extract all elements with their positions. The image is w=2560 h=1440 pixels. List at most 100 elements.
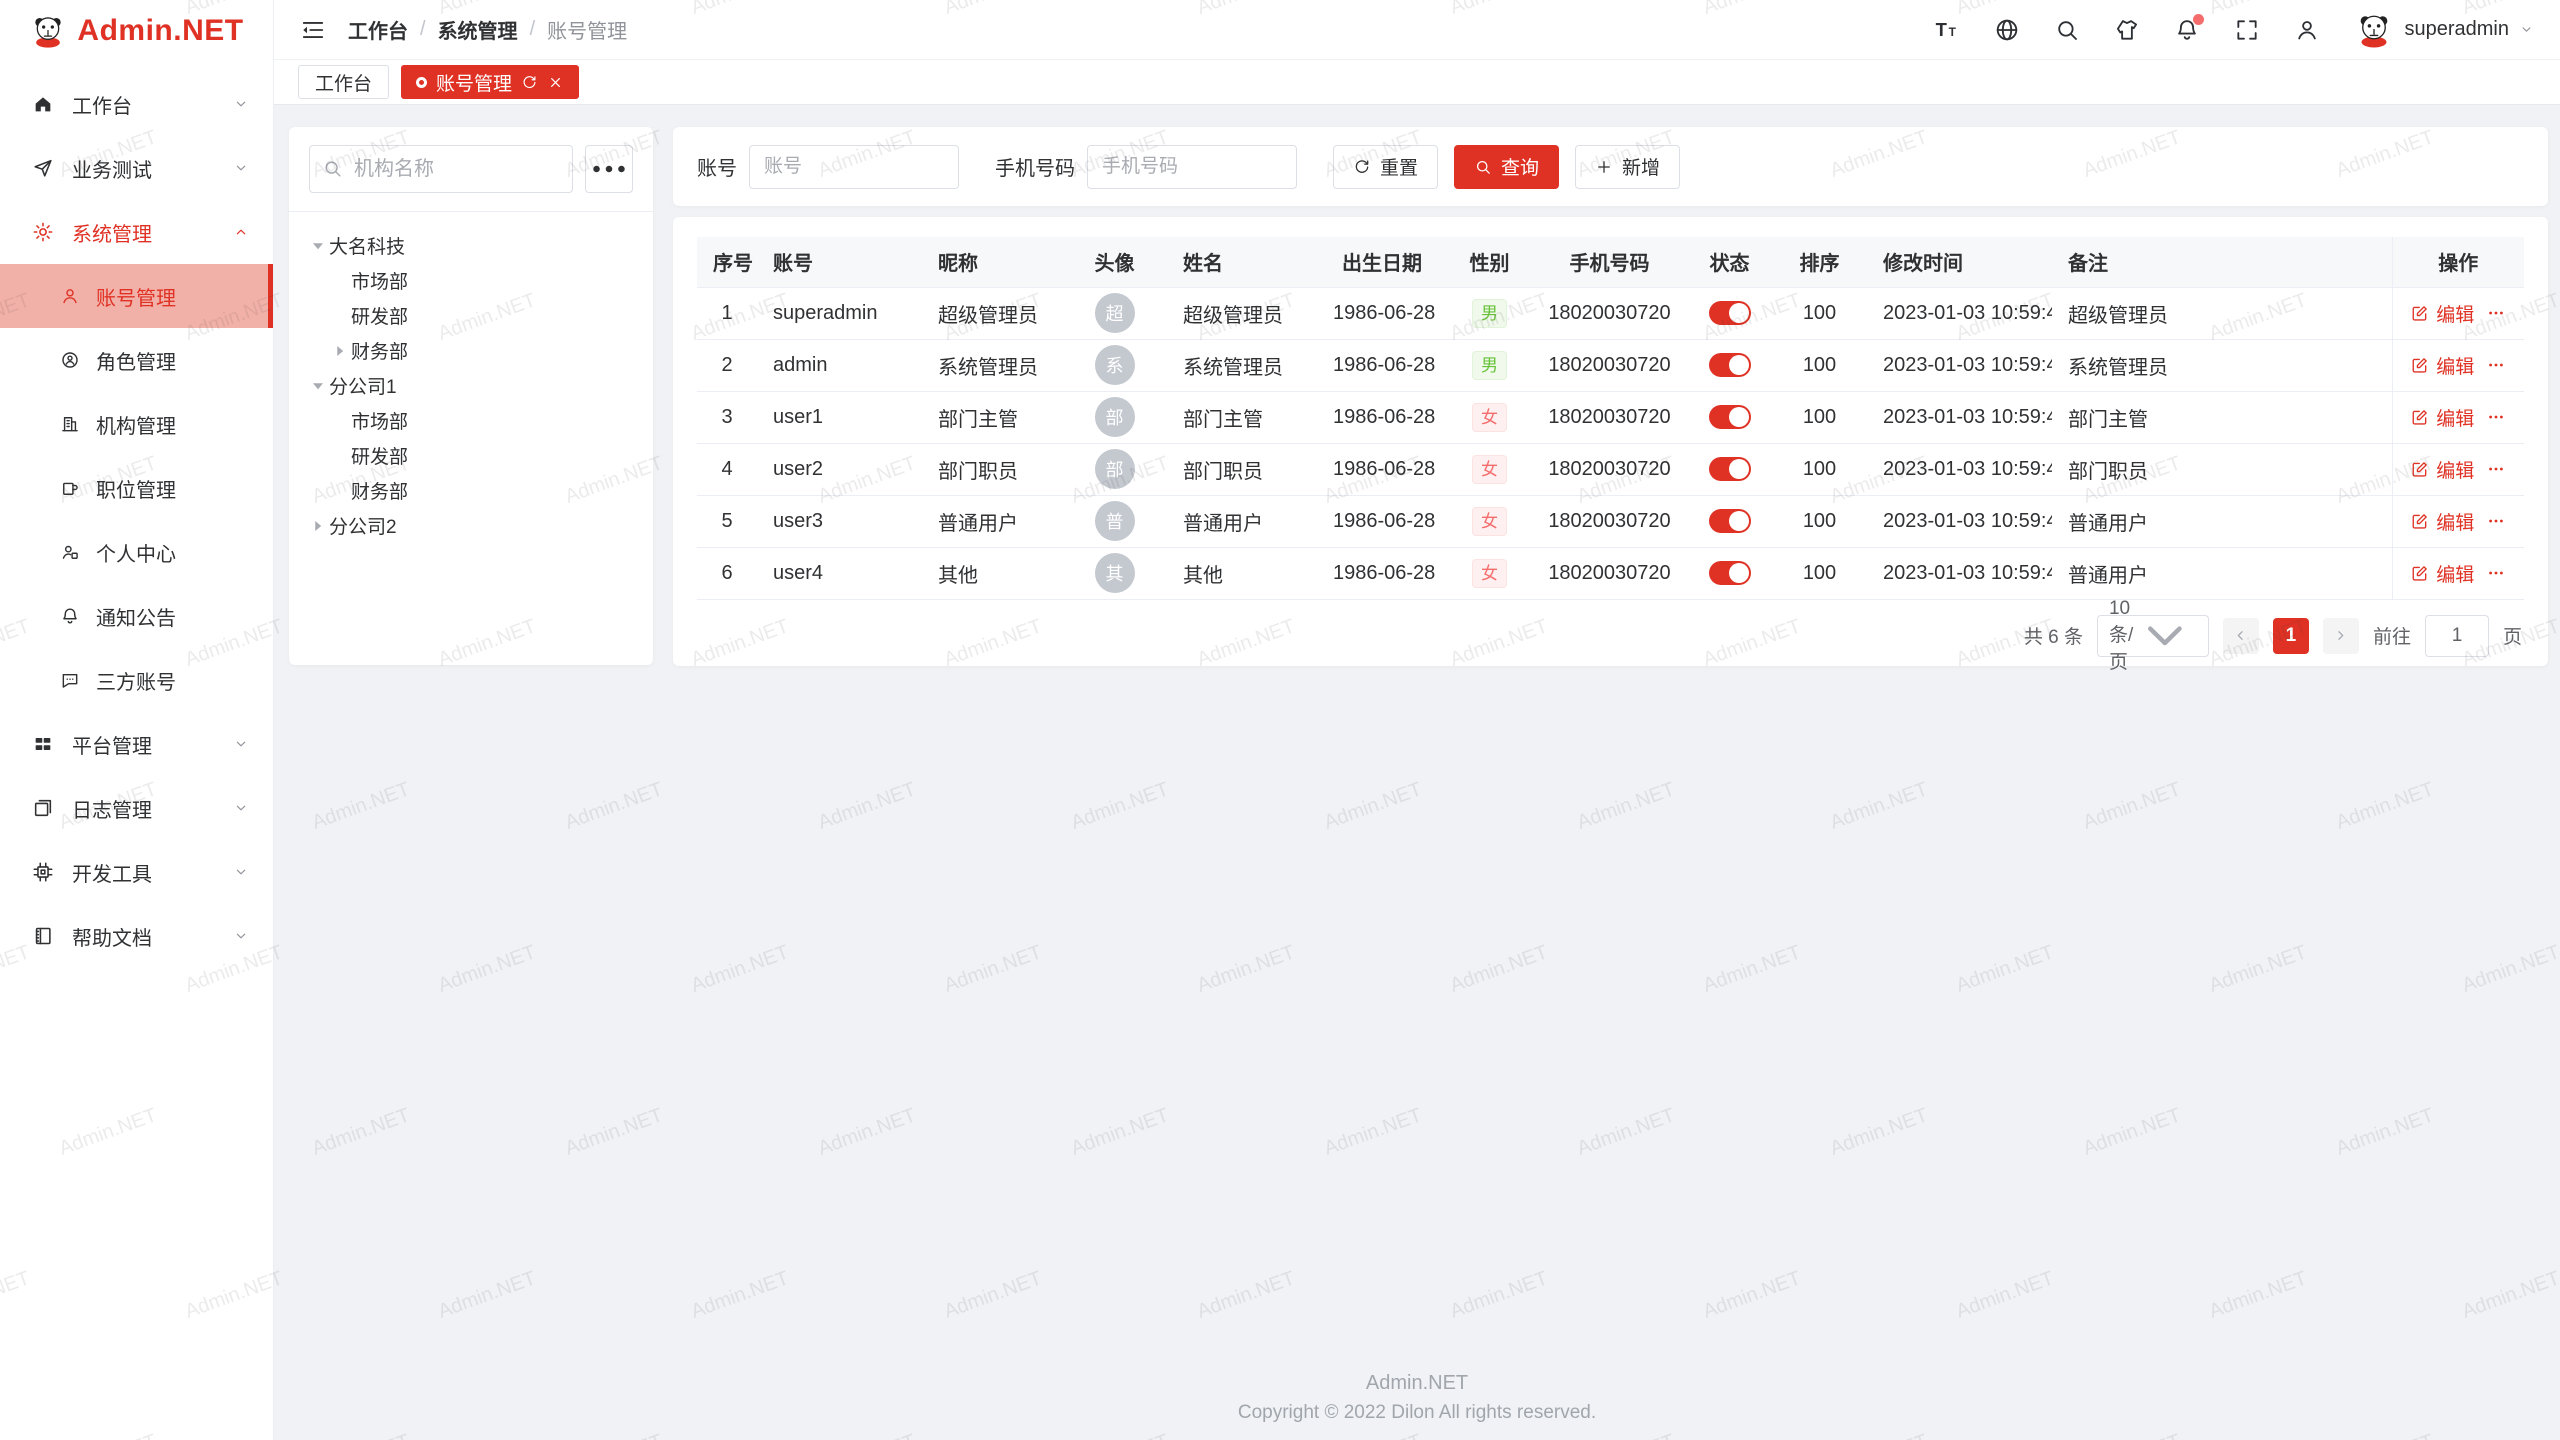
sidebar-item-account-mgmt[interactable]: 账号管理	[0, 264, 273, 328]
tree-node-branch-2[interactable]: 分公司2	[301, 508, 641, 543]
tree-node-label: 市场部	[351, 267, 408, 294]
edit-button[interactable]: 编辑	[2410, 300, 2474, 327]
caret-down-icon[interactable]	[307, 375, 329, 397]
user-dropdown[interactable]: superadmin	[2354, 10, 2534, 50]
tree-node-market-dept[interactable]: 市场部	[301, 263, 641, 298]
edit-button[interactable]: 编辑	[2410, 508, 2474, 535]
org-tree: 大名科技市场部研发部财务部分公司1市场部研发部财务部分公司2	[289, 212, 653, 543]
column-header-nickname: 昵称	[922, 237, 1062, 287]
sidebar-item-dev-tools[interactable]: 开发工具	[0, 840, 273, 904]
more-actions-icon[interactable]	[2486, 407, 2506, 427]
search-button[interactable]: 查询	[1454, 145, 1559, 189]
cell-status	[1687, 391, 1772, 443]
cell-index: 3	[697, 391, 757, 443]
fullscreen-icon[interactable]	[2234, 17, 2260, 43]
cell-order: 100	[1772, 547, 1867, 599]
more-actions-icon[interactable]	[2486, 355, 2506, 375]
more-actions-icon[interactable]	[2486, 563, 2506, 583]
caret-down-icon[interactable]	[307, 235, 329, 257]
sidebar-item-label: 三方账号	[96, 666, 176, 695]
more-actions-icon[interactable]	[2486, 303, 2506, 323]
tree-node-label: 分公司2	[329, 512, 397, 539]
sidebar-item-role-mgmt[interactable]: 角色管理	[0, 328, 273, 392]
search-icon[interactable]	[2054, 17, 2080, 43]
next-page-button[interactable]	[2323, 618, 2359, 654]
edit-icon	[2410, 408, 2429, 427]
gender-badge: 男	[1472, 299, 1507, 328]
tree-node-label: 研发部	[351, 442, 408, 469]
cell-remark: 系统管理员	[2052, 339, 2392, 391]
reset-button[interactable]: 重置	[1333, 145, 1438, 189]
status-toggle[interactable]	[1709, 353, 1751, 377]
tree-node-finance-dept[interactable]: 财务部	[301, 333, 641, 368]
prev-page-button[interactable]	[2223, 618, 2259, 654]
page-size-select[interactable]: 10条/页	[2097, 615, 2209, 657]
more-actions-icon[interactable]	[2486, 511, 2506, 531]
menu-fold-icon[interactable]	[300, 17, 326, 43]
table-header-row: 序号账号昵称头像姓名出生日期性别手机号码状态排序修改时间备注操作	[697, 237, 2524, 287]
tab-workbench[interactable]: 工作台	[298, 65, 389, 99]
cell-nickname: 超级管理员	[922, 287, 1062, 339]
add-button[interactable]: 新增	[1575, 145, 1680, 189]
tree-node-rd-dept[interactable]: 研发部	[301, 438, 641, 473]
sidebar-item-notice[interactable]: 通知公告	[0, 584, 273, 648]
tree-node-market-dept[interactable]: 市场部	[301, 403, 641, 438]
sidebar-item-third-party-account[interactable]: 三方账号	[0, 648, 273, 712]
sidebar-item-position-mgmt[interactable]: 职位管理	[0, 456, 273, 520]
cell-index: 4	[697, 443, 757, 495]
account-icon[interactable]	[2294, 17, 2320, 43]
logo[interactable]: Admin.NET	[0, 0, 273, 62]
edit-button[interactable]: 编辑	[2410, 560, 2474, 587]
sidebar-item-org-mgmt[interactable]: 机构管理	[0, 392, 273, 456]
sidebar-item-business-test[interactable]: 业务测试	[0, 136, 273, 200]
status-toggle[interactable]	[1709, 301, 1751, 325]
caret-right-icon[interactable]	[329, 340, 351, 362]
tab-close-icon[interactable]	[547, 74, 564, 91]
phone-input[interactable]	[1087, 145, 1297, 189]
breadcrumb-item[interactable]: 工作台	[348, 15, 408, 44]
tab-refresh-icon[interactable]	[521, 74, 538, 91]
sidebar-item-platform-mgmt[interactable]: 平台管理	[0, 712, 273, 776]
cell-order: 100	[1772, 391, 1867, 443]
cell-nickname: 普通用户	[922, 495, 1062, 547]
status-toggle[interactable]	[1709, 509, 1751, 533]
gender-badge: 女	[1472, 403, 1507, 432]
tree-node-daming-tech[interactable]: 大名科技	[301, 228, 641, 263]
sidebar-item-system-mgmt[interactable]: 系统管理	[0, 200, 273, 264]
caret-right-icon[interactable]	[307, 515, 329, 537]
edit-button[interactable]: 编辑	[2410, 352, 2474, 379]
goto-page-input[interactable]	[2425, 615, 2489, 657]
theme-icon[interactable]	[2114, 17, 2140, 43]
edit-button[interactable]: 编辑	[2410, 404, 2474, 431]
tree-node-branch-1[interactable]: 分公司1	[301, 368, 641, 403]
tree-more-button[interactable]	[585, 145, 633, 193]
breadcrumb-item[interactable]: 系统管理	[438, 15, 518, 44]
tree-node-rd-dept[interactable]: 研发部	[301, 298, 641, 333]
edit-button[interactable]: 编辑	[2410, 456, 2474, 483]
cell-order: 100	[1772, 495, 1867, 547]
org-name-search-input[interactable]	[309, 145, 573, 193]
tree-node-finance-dept[interactable]: 财务部	[301, 473, 641, 508]
tab-account-mgmt[interactable]: 账号管理	[401, 65, 579, 99]
more-actions-icon[interactable]	[2486, 459, 2506, 479]
sidebar-item-workbench[interactable]: 工作台	[0, 72, 273, 136]
cell-name: 其他	[1167, 547, 1317, 599]
sidebar-item-log-mgmt[interactable]: 日志管理	[0, 776, 273, 840]
status-toggle[interactable]	[1709, 405, 1751, 429]
cell-avatar: 部	[1062, 391, 1167, 443]
toggle-knob	[1729, 563, 1749, 583]
notification-icon[interactable]	[2174, 17, 2200, 43]
font-size-icon[interactable]: TT	[1934, 17, 1960, 43]
language-icon[interactable]	[1994, 17, 2020, 43]
sidebar-item-help-docs[interactable]: 帮助文档	[0, 904, 273, 968]
page-number-1[interactable]: 1	[2273, 618, 2309, 654]
status-toggle[interactable]	[1709, 457, 1751, 481]
cell-status	[1687, 287, 1772, 339]
breadcrumb-separator: /	[530, 18, 536, 41]
avatar	[2354, 10, 2394, 50]
status-toggle[interactable]	[1709, 561, 1751, 585]
account-input[interactable]	[749, 145, 959, 189]
svg-text:T: T	[1936, 18, 1948, 39]
sidebar-item-profile-center[interactable]: 个人中心	[0, 520, 273, 584]
avatar-badge: 普	[1095, 501, 1135, 541]
